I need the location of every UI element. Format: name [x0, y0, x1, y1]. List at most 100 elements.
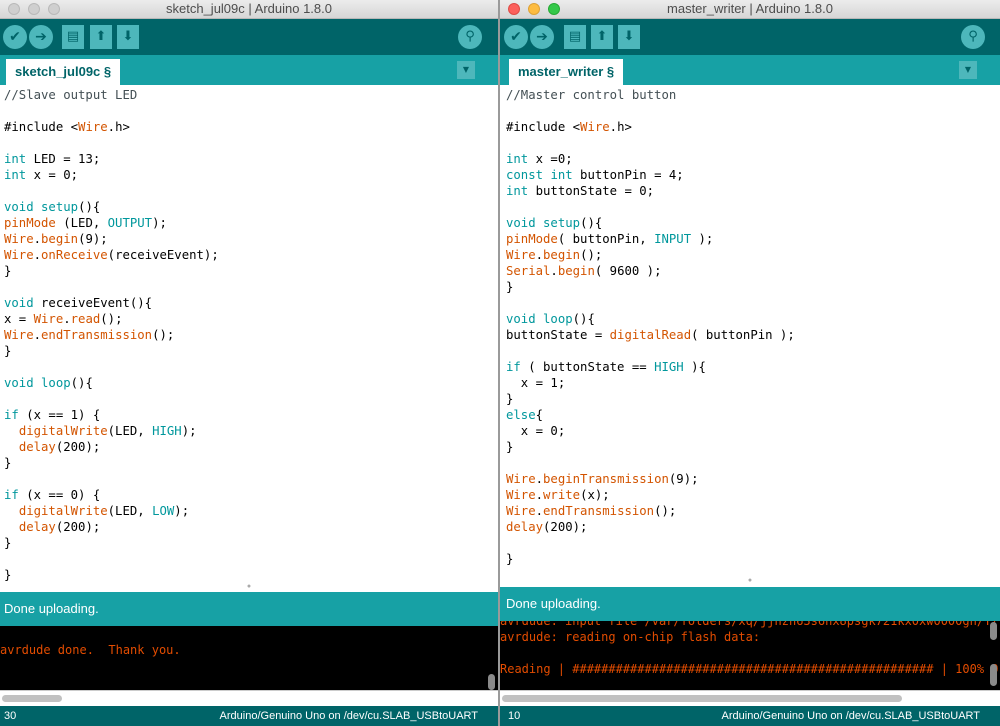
- code-line: //Master control button: [506, 87, 1000, 103]
- code-token: LOW: [152, 504, 175, 518]
- close-window-button[interactable]: [508, 3, 520, 15]
- code-token: (){: [572, 312, 595, 326]
- code-token: receiveEvent(){: [33, 296, 153, 310]
- code-token: ();: [100, 312, 123, 326]
- code-token: endTransmission: [41, 328, 153, 342]
- tab-bar: master_writer § ▼: [500, 55, 1000, 85]
- code-token: ();: [580, 248, 603, 262]
- code-token: buttonState =: [506, 328, 610, 342]
- tab-menu-button[interactable]: ▼: [959, 61, 977, 79]
- open-button[interactable]: ⬆: [90, 25, 112, 49]
- code-token: );: [181, 424, 197, 438]
- serial-monitor-button[interactable]: ⚲: [458, 25, 482, 49]
- code-line: int LED = 13;: [4, 151, 498, 167]
- code-token: ( buttonPin );: [691, 328, 795, 342]
- minimize-window-button[interactable]: [28, 3, 40, 15]
- code-token: endTransmission: [543, 504, 655, 518]
- tab-master-writer[interactable]: master_writer §: [509, 59, 624, 85]
- code-line: #include <Wire.h>: [506, 119, 1000, 135]
- code-line: buttonState = digitalRead( buttonPin );: [506, 327, 1000, 343]
- code-token: x =: [4, 312, 34, 326]
- code-line: Wire.endTransmission();: [4, 327, 498, 343]
- code-token: begin: [557, 264, 595, 278]
- save-button[interactable]: ⬇: [618, 25, 640, 49]
- code-token: write: [543, 488, 581, 502]
- magnifier-icon: ⚲: [465, 29, 475, 44]
- code-line: delay(200);: [4, 519, 498, 535]
- footer-bar: 10 Arduino/Genuino Uno on /dev/cu.SLAB_U…: [500, 706, 1000, 726]
- code-token: setup: [41, 200, 79, 214]
- code-token: beginTransmission: [543, 472, 669, 486]
- horizontal-scrollbar[interactable]: [0, 690, 498, 707]
- code-line: int buttonState = 0;: [506, 183, 1000, 199]
- console-scroll-thumb[interactable]: [990, 664, 997, 686]
- code-token: OUTPUT: [107, 216, 153, 230]
- open-arrow-up-icon: ⬆: [596, 29, 608, 44]
- code-line: digitalWrite(LED, HIGH);: [4, 423, 498, 439]
- verify-button[interactable]: ✔: [3, 25, 27, 49]
- toolbar: ✔ ➔ ▤ ⬆ ⬇ ⚲: [500, 19, 1000, 55]
- code-token: .: [535, 472, 544, 486]
- code-token: delay: [18, 440, 56, 454]
- code-token: if: [506, 360, 521, 374]
- zoom-window-button[interactable]: [48, 3, 60, 15]
- save-button[interactable]: ⬇: [117, 25, 139, 49]
- new-button[interactable]: ▤: [62, 25, 84, 49]
- tab-menu-button[interactable]: ▼: [457, 61, 475, 79]
- code-token: //Master control button: [506, 88, 677, 102]
- code-token: (200);: [55, 440, 101, 454]
- code-line: Serial.begin( 9600 );: [506, 263, 1000, 279]
- horizontal-scrollbar[interactable]: [500, 690, 1000, 707]
- code-token: (200);: [55, 520, 101, 534]
- code-editor[interactable]: //Slave output LED #include <Wire.h> int L…: [0, 85, 498, 590]
- code-line: void loop(){: [506, 311, 1000, 327]
- code-line: x = 1;: [506, 375, 1000, 391]
- console-text: avrdude done. Thank you.: [0, 626, 498, 674]
- code-token: x = 0;: [506, 424, 566, 438]
- horizontal-scroll-thumb[interactable]: [2, 695, 62, 702]
- zoom-window-button[interactable]: [548, 3, 560, 15]
- close-window-button[interactable]: [8, 3, 20, 15]
- code-line: }: [4, 567, 498, 583]
- splitter-handle[interactable]: ●: [0, 583, 498, 591]
- splitter-handle[interactable]: ●: [500, 577, 1000, 585]
- vertical-scroll-thumb[interactable]: [488, 674, 495, 690]
- code-token: .: [63, 312, 71, 326]
- upload-button[interactable]: ➔: [530, 25, 554, 49]
- footer-bar: 30 Arduino/Genuino Uno on /dev/cu.SLAB_U…: [0, 706, 498, 726]
- code-editor[interactable]: //Master control button #include <Wire.h>…: [500, 85, 1000, 585]
- code-token: .: [550, 264, 558, 278]
- code-token: if: [4, 488, 19, 502]
- code-token: void: [4, 376, 34, 390]
- vertical-scroll-thumb[interactable]: [990, 622, 997, 640]
- code-token: onReceive: [41, 248, 108, 262]
- code-token: (LED,: [55, 216, 108, 230]
- code-line: else{: [506, 407, 1000, 423]
- new-button[interactable]: ▤: [564, 25, 586, 49]
- code-token: pinMode: [4, 216, 56, 230]
- code-token: ( 9600 );: [594, 264, 662, 278]
- horizontal-scroll-thumb[interactable]: [502, 695, 902, 702]
- minimize-window-button[interactable]: [528, 3, 540, 15]
- code-token: #include <: [506, 120, 581, 134]
- code-token: .: [33, 328, 42, 342]
- code-token: Serial: [506, 264, 551, 278]
- code-token: }: [4, 264, 12, 278]
- verify-button[interactable]: ✔: [504, 25, 528, 49]
- serial-monitor-button[interactable]: ⚲: [961, 25, 985, 49]
- tab-sketch[interactable]: sketch_jul09c §: [6, 59, 121, 85]
- open-button[interactable]: ⬆: [591, 25, 613, 49]
- title-bar: sketch_jul09c | Arduino 1.8.0: [0, 0, 498, 19]
- arrow-right-icon: ➔: [35, 29, 47, 45]
- code-line: x = Wire.read();: [4, 311, 498, 327]
- upload-button[interactable]: ➔: [29, 25, 53, 49]
- window-sketch: sketch_jul09c | Arduino 1.8.0 ✔ ➔ ▤ ⬆ ⬇ …: [0, 0, 498, 726]
- status-bar: Done uploading.: [0, 592, 498, 626]
